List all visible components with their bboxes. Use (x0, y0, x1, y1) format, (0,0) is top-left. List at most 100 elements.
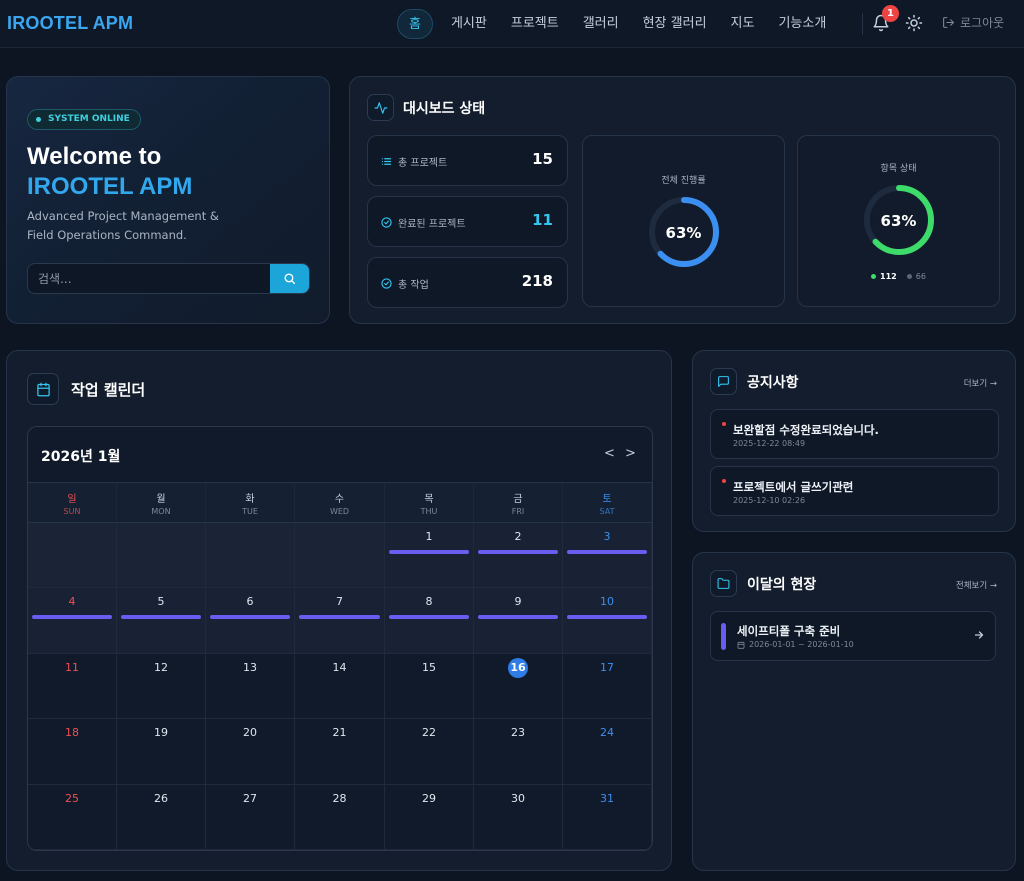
calendar-event-bar[interactable] (121, 615, 201, 619)
check-circle-icon (381, 217, 392, 228)
calendar-day-cell[interactable]: 21 (295, 719, 385, 785)
sun-icon[interactable] (905, 14, 923, 32)
calendar-today-marker: 16 (508, 658, 528, 678)
calendar-day-cell[interactable]: 2 (474, 523, 563, 588)
calendar-day-cell[interactable]: 22 (385, 719, 474, 785)
dashboard-header: 대시보드 상태 (367, 94, 485, 121)
weekday-ko-label: 월 (156, 494, 166, 505)
search-box (27, 263, 310, 294)
calendar-day-cell[interactable]: 16 (474, 654, 563, 719)
calendar-day-cell[interactable]: 3 (563, 523, 652, 588)
notice-card: 공지사항 더보기 → 보완할점 수정완료되었습니다. 2025-12-22 08… (692, 350, 1016, 532)
notice-item[interactable]: 프로젝트에서 글쓰기관련 2025-12-10 02:26 (710, 466, 999, 516)
calendar-day-number: 22 (422, 726, 436, 739)
logout-button[interactable]: 로그아웃 (942, 14, 1004, 31)
overall-progress-value: 63% (665, 224, 702, 242)
calendar-day-number: 14 (332, 661, 347, 674)
nav-projects[interactable]: 프로젝트 (499, 9, 571, 39)
nav-gallery[interactable]: 갤러리 (571, 9, 631, 39)
next-month-button[interactable]: > (625, 446, 636, 461)
stat-total-tasks[interactable]: 총 작업 218 (367, 257, 568, 308)
calendar-day-cell[interactable]: 12 (117, 654, 206, 719)
calendar-day-cell[interactable]: 31 (563, 785, 652, 850)
nav-home[interactable]: 홈 (397, 9, 433, 39)
nav-features[interactable]: 기능소개 (766, 9, 838, 39)
arrow-right-icon: → (989, 379, 997, 389)
nav-map[interactable]: 지도 (719, 9, 767, 39)
arrow-right-icon[interactable] (973, 629, 985, 641)
calendar-day-cell[interactable]: 23 (474, 719, 563, 785)
search-input[interactable] (28, 264, 272, 293)
stat-total-projects[interactable]: 총 프로젝트 15 (367, 135, 568, 186)
notice-item-title: 프로젝트에서 글쓰기관련 (733, 480, 854, 494)
site-item-dates: 2026-01-01 ~ 2026-01-10 (749, 640, 854, 649)
notice-more-link[interactable]: 더보기 → (964, 377, 997, 389)
calendar-day-cell[interactable]: 4 (28, 588, 117, 654)
calendar-day-cell[interactable]: 10 (563, 588, 652, 654)
calendar-event-bar[interactable] (478, 550, 558, 554)
calendar-day-cell[interactable]: 17 (563, 654, 652, 719)
logout-label: 로그아웃 (960, 16, 1005, 30)
weekday-ko-label: 목 (424, 494, 434, 505)
calendar-event-bar[interactable] (389, 615, 469, 619)
prev-month-button[interactable]: < (604, 446, 615, 461)
calendar-day-cell[interactable]: 9 (474, 588, 563, 654)
calendar-day-cell[interactable]: 5 (117, 588, 206, 654)
list-icon (381, 158, 392, 165)
calendar-day-cell[interactable]: 26 (117, 785, 206, 850)
calendar-day-cell[interactable]: 15 (385, 654, 474, 719)
calendar-day-cell[interactable]: 30 (474, 785, 563, 850)
weekday-mon: 월 MON (117, 483, 206, 521)
notice-item-title: 보완할점 수정완료되었습니다. (733, 423, 879, 437)
calendar-day-cell[interactable]: 24 (563, 719, 652, 785)
calendar-day-number: 28 (332, 792, 347, 805)
calendar-day-cell[interactable]: 19 (117, 719, 206, 785)
calendar-day-number: 3 (603, 530, 611, 543)
calendar-day-number: 17 (600, 661, 614, 674)
calendar-day-cell[interactable]: 13 (206, 654, 295, 719)
unread-dot (722, 422, 726, 426)
calendar-toolbar: 2026년 1월 < > (28, 427, 652, 483)
calendar-day-number: 11 (65, 661, 79, 674)
calendar-event-bar[interactable] (567, 615, 647, 619)
site-item[interactable]: 세이프티폴 구축 준비 2026-01-01 ~ 2026-01-10 (710, 611, 996, 661)
calendar-day-cell[interactable]: 6 (206, 588, 295, 654)
activity-icon (367, 94, 394, 121)
calendar-day-cell[interactable]: 18 (28, 719, 117, 785)
stat-completed-projects[interactable]: 완료된 프로젝트 11 (367, 196, 568, 247)
item-status-legend: 112 66 (798, 272, 999, 281)
weekday-en-label: SAT (599, 507, 615, 516)
weekday-ko-label: 수 (334, 494, 345, 505)
calendar-event-bar[interactable] (478, 615, 558, 619)
calendar-empty-cell (117, 523, 206, 588)
nav-board[interactable]: 게시판 (439, 9, 499, 39)
notice-item[interactable]: 보완할점 수정완료되었습니다. 2025-12-22 08:49 (710, 409, 999, 459)
calendar-event-bar[interactable] (32, 615, 112, 619)
nav-site-gallery[interactable]: 현장 갤러리 (631, 9, 719, 39)
calendar-day-cell[interactable]: 14 (295, 654, 385, 719)
calendar-day-number: 23 (511, 726, 525, 739)
calendar-day-number: 20 (243, 726, 257, 739)
calendar-day-cell[interactable]: 28 (295, 785, 385, 850)
calendar-day-cell[interactable]: 8 (385, 588, 474, 654)
calendar-event-bar[interactable] (299, 615, 380, 619)
legend-done-count: 112 (880, 272, 897, 281)
top-header: IROOTEL APM 홈 게시판 프로젝트 갤러리 현장 갤러리 지도 기능소… (0, 0, 1024, 48)
calendar-event-bar[interactable] (567, 550, 647, 554)
calendar-event-bar[interactable] (210, 615, 290, 619)
calendar-day-cell[interactable]: 1 (385, 523, 474, 588)
app-logo[interactable]: IROOTEL APM (7, 13, 133, 34)
calendar-day-cell[interactable]: 7 (295, 588, 385, 654)
legend-remaining: 66 (906, 272, 926, 281)
sites-view-all-link[interactable]: 전체보기 → (956, 579, 997, 591)
welcome-card: SYSTEM ONLINE Welcome to IROOTEL APM Adv… (6, 76, 330, 324)
search-button[interactable] (270, 264, 309, 293)
unread-dot (722, 479, 726, 483)
calendar-event-bar[interactable] (389, 550, 469, 554)
calendar-day-cell[interactable]: 29 (385, 785, 474, 850)
weekday-ko-label: 일 (67, 494, 77, 505)
calendar-day-cell[interactable]: 25 (28, 785, 117, 850)
calendar-day-cell[interactable]: 20 (206, 719, 295, 785)
calendar-day-cell[interactable]: 27 (206, 785, 295, 850)
calendar-day-cell[interactable]: 11 (28, 654, 117, 719)
